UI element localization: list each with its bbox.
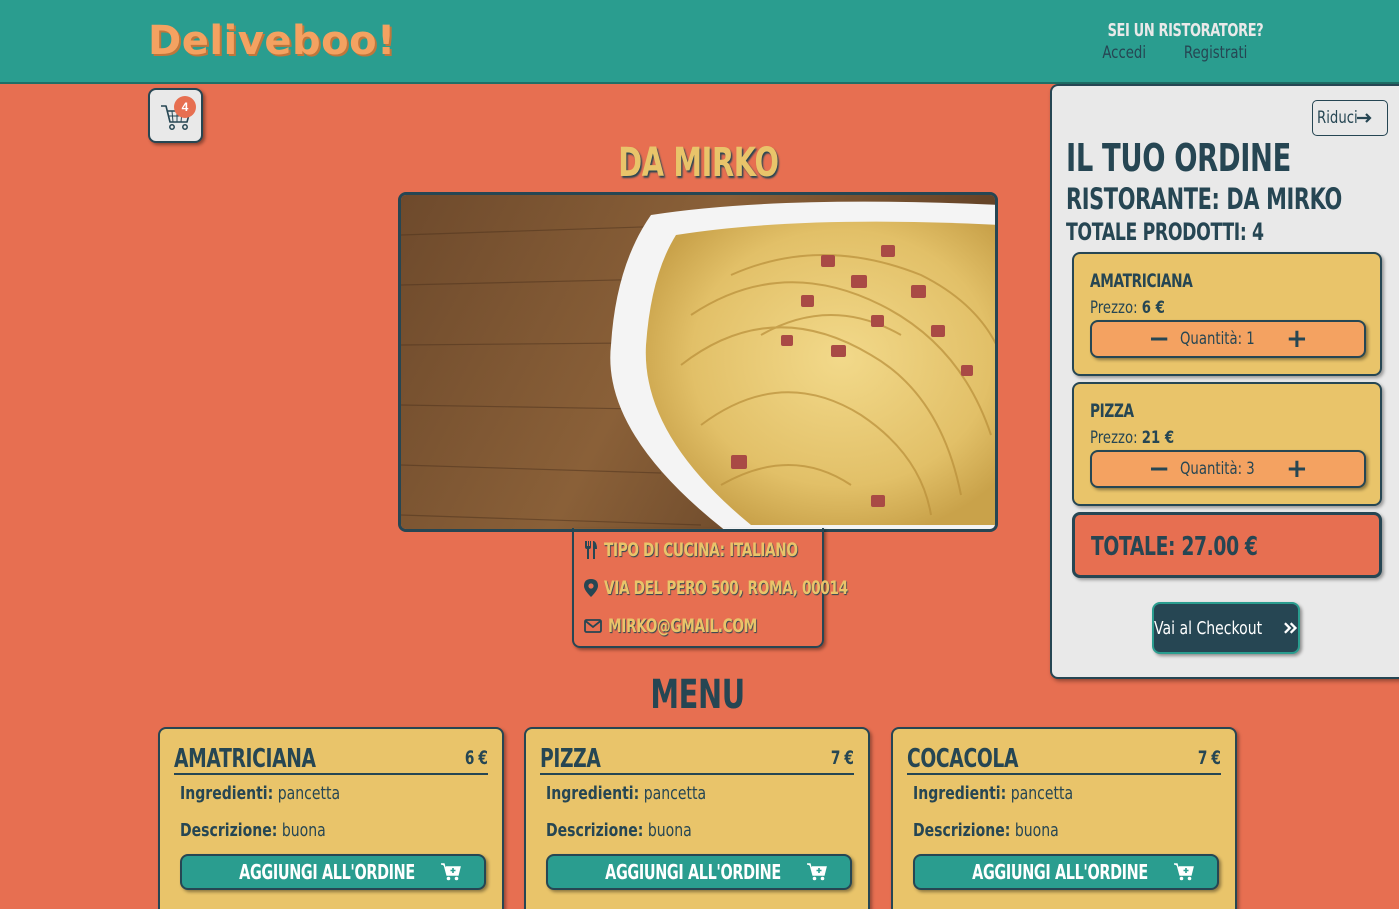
quantity-value: Quantità: 3	[1180, 459, 1255, 479]
cuisine-row: TIPO DI CUCINA: ITALIANO	[584, 538, 873, 562]
quantity-value: Quantità: 1	[1180, 329, 1255, 349]
cart-plus-icon	[441, 863, 461, 881]
restaurant-email[interactable]: MIRKO@GMAIL.COM	[608, 615, 815, 638]
menu-item-name: PIZZA	[540, 744, 601, 774]
menu-item-ingredients: Ingredienti: pancetta	[546, 783, 707, 804]
decrease-quantity-button[interactable]: −	[1144, 326, 1174, 352]
utensils-icon	[585, 541, 597, 559]
map-marker-icon	[584, 579, 598, 597]
menu-item-name: AMATRICIANA	[174, 744, 316, 774]
menu-item-name: COCACOLA	[907, 744, 1019, 774]
quantity-stepper: − Quantità: 3 +	[1090, 450, 1366, 488]
order-panel: Riduci IL TUO ORDINE RISTORANTE: DA MIRK…	[1050, 84, 1399, 679]
restaurant-info: TIPO DI CUCINA: ITALIANO VIA DEL PERO 50…	[572, 528, 848, 648]
menu-item-card: AMATRICIANA 6 € Ingredienti: pancetta De…	[158, 727, 504, 909]
menu-item-price: 6 €	[465, 747, 488, 769]
order-item-name: AMATRICIANA	[1090, 270, 1193, 292]
menu-item-card: PIZZA 7 € Ingredienti: pancetta Descrizi…	[524, 727, 870, 909]
restaurant-image	[398, 192, 998, 532]
order-item: AMATRICIANA Prezzo: 6 € − Quantità: 1 +	[1072, 252, 1382, 376]
menu-title: MENU	[650, 672, 746, 718]
add-to-order-button[interactable]: AGGIUNGI ALL'ORDINE	[546, 854, 852, 890]
checkout-button[interactable]: Vai al Checkout	[1152, 602, 1300, 654]
order-item-name: PIZZA	[1090, 400, 1134, 422]
menu-item-ingredients: Ingredienti: pancetta	[180, 783, 341, 804]
restaurant-name: DA MIRKO	[617, 140, 779, 186]
menu-item-ingredients: Ingredienti: pancetta	[913, 783, 1074, 804]
cart-plus-icon	[807, 863, 827, 881]
menu-item-description: Descrizione: buona	[913, 820, 1059, 841]
cart-count-badge: 4	[174, 96, 196, 118]
register-link[interactable]: Registrati	[1156, 43, 1247, 63]
email-row: MIRKO@GMAIL.COM	[584, 614, 815, 638]
order-item: PIZZA Prezzo: 21 € − Quantità: 3 +	[1072, 382, 1382, 506]
increase-quantity-button[interactable]: +	[1282, 326, 1312, 352]
address-row: VIA DEL PERO 500, ROMA, 00014	[584, 576, 943, 600]
order-item-price: Prezzo: 21 €	[1090, 428, 1175, 448]
menu-item-price: 7 €	[831, 747, 854, 769]
restaurant-address: VIA DEL PERO 500, ROMA, 00014	[604, 576, 848, 599]
order-products-total: TOTALE PRODOTTI: 4	[1066, 218, 1264, 246]
cuisine-type: TIPO DI CUCINA: ITALIANO	[604, 538, 798, 561]
order-title: IL TUO ORDINE	[1066, 136, 1291, 180]
increase-quantity-button[interactable]: +	[1282, 456, 1312, 482]
envelope-icon	[584, 619, 602, 633]
quantity-stepper: − Quantità: 1 +	[1090, 320, 1366, 358]
double-chevron-right-icon	[1283, 622, 1297, 634]
order-total: TOTALE: 27.00 €	[1072, 512, 1382, 578]
cart-plus-icon	[1174, 863, 1194, 881]
menu-item-price: 7 €	[1198, 747, 1221, 769]
menu-item-description: Descrizione: buona	[180, 820, 326, 841]
add-to-order-button[interactable]: AGGIUNGI ALL'ORDINE	[913, 854, 1219, 890]
menu-item-card: COCACOLA 7 € Ingredienti: pancetta Descr…	[891, 727, 1237, 909]
restaurateur-area: SEI UN RISTORATORE? Accedi Registrati	[1047, 20, 1264, 63]
header: Deliveboo! SEI UN RISTORATORE? Accedi Reg…	[0, 0, 1399, 84]
logo[interactable]: Deliveboo!	[148, 18, 396, 64]
order-item-price: Prezzo: 6 €	[1090, 298, 1165, 318]
collapse-order-button[interactable]: Riduci	[1312, 100, 1388, 136]
restaurateur-question: SEI UN RISTORATORE?	[1107, 20, 1264, 41]
add-to-order-button[interactable]: AGGIUNGI ALL'ORDINE	[180, 854, 486, 890]
decrease-quantity-button[interactable]: −	[1144, 456, 1174, 482]
cart-button[interactable]: 4	[148, 88, 203, 143]
order-restaurant: RISTORANTE: DA MIRKO	[1066, 182, 1342, 216]
login-link[interactable]: Accedi	[1080, 43, 1146, 63]
arrow-right-icon	[1357, 113, 1372, 123]
menu-item-description: Descrizione: buona	[546, 820, 692, 841]
